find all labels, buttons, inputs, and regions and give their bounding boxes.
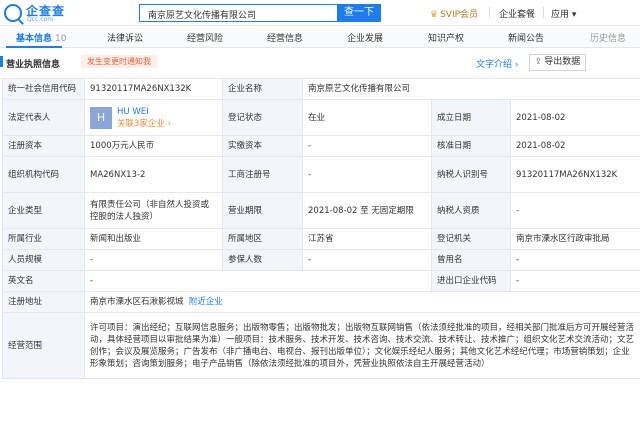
industry-value: 新闻和出版业 [84,228,223,250]
table-row: 注册资本 1000万元人民币 实缴资本 - 核准日期 2021-08-02 [2,135,640,157]
biz-reg-no-value: - [302,156,432,193]
company-name-label: 企业名称 [222,78,303,100]
business-license-table: 统一社会信用代码 91320117MA26NX132K 企业名称 南京原艺文化传… [2,78,640,379]
tab-count: 10 [55,34,67,44]
logo-magnifier-icon [4,4,22,22]
table-row: 英文名 - 进出口企业代码 - [2,270,640,292]
tab-operation[interactable]: 经营信息 [267,31,303,44]
tab-bar: 基本信息 10 法律诉讼 经营风险 经营信息 企业发展 知识产权 新闻公告 历史信… [0,28,640,48]
suite-link[interactable]: 企业套餐 [499,7,535,20]
approval-date-value: 2021-08-02 [510,135,640,157]
reg-capital-label: 注册资本 [2,135,85,157]
address-label: 注册地址 [2,291,85,313]
company-type-value: 有限责任公司（非自然人投资或控股的法人独资） [84,192,223,229]
former-name-value: - [510,249,640,271]
scope-label: 经营范围 [2,312,85,379]
export-icon: ⇪ [534,57,543,67]
taxpayer-qual-value: - [510,192,640,229]
industry-label: 所属行业 [2,228,85,250]
tab-legal[interactable]: 法律诉讼 [107,31,143,44]
legal-rep-cell: H HU WEI 关联3家企业 › [84,99,223,136]
established-value: 2021-08-02 [510,99,640,136]
paid-capital-label: 实缴资本 [222,135,303,157]
table-row: 注册地址 南京市溧水区石湫影视城 附近企业 [2,291,640,313]
chevron-down-icon: ▾ [571,10,577,20]
tab-ip[interactable]: 知识产权 [428,31,464,44]
address-value: 南京市溧水区石湫影视城 [90,297,184,307]
taxpayer-id-value: 91320117MA26NX132K [510,156,640,193]
search-button[interactable]: 查一下 [337,4,381,22]
apps-menu[interactable]: 应用 ▾ [551,7,576,20]
svip-label: SVIP会员 [440,10,479,20]
scope-value: 许可项目：演出经纪；互联网信息服务；出版物零售；出版物批发；出版物互联网销售（依… [84,312,640,379]
org-code-label: 组织机构代码 [2,156,85,193]
reg-status-label: 登记状态 [222,99,303,136]
table-row: 法定代表人 H HU WEI 关联3家企业 › 登记状态 在业 成立日期 2021-… [2,99,640,136]
taxpayer-id-label: 纳税人识别号 [431,156,511,193]
english-name-label: 英文名 [2,270,85,292]
reg-authority-label: 登记机关 [431,228,511,250]
table-row: 统一社会信用代码 91320117MA26NX132K 企业名称 南京原艺文化传… [2,78,640,100]
change-notify-button[interactable]: 发生变更时通知我 [81,55,157,68]
insured-value: - [302,249,432,271]
tab-basic-info[interactable]: 基本信息 10 [16,31,66,44]
staff-size-value: - [84,249,223,271]
table-row: 经营范围 许可项目：演出经纪；互联网信息服务；出版物零售；出版物批发；出版物互联… [2,312,640,379]
divider [489,7,490,18]
related-companies-link[interactable]: 关联3家企业 › [117,119,171,129]
biz-reg-no-label: 工商注册号 [222,156,303,193]
biz-term-value: 2021-08-02 至 无固定期限 [302,192,432,229]
apps-label: 应用 [551,10,570,20]
logo[interactable]: 企查查 Qcc.com [4,3,86,23]
tab-news[interactable]: 新闻公告 [508,31,544,44]
section-accent-bar [0,56,3,67]
established-label: 成立日期 [431,99,511,136]
top-header: 企查查 Qcc.com 南京原艺文化传播有限公司 查一下 ♛ SVIP会员 企业套… [0,0,640,26]
former-name-label: 曾用名 [431,249,511,271]
insured-label: 参保人数 [222,249,303,271]
table-row: 所属行业 新闻和出版业 所属地区 江苏省 登记机关 南京市溧水区行政审批局 [2,228,640,250]
english-name-value: - [84,270,432,292]
region-label: 所属地区 [222,228,303,250]
tab-risk[interactable]: 经营风险 [187,31,223,44]
paid-capital-value: - [302,135,432,157]
address-cell: 南京市溧水区石湫影视城 附近企业 [84,291,640,313]
credit-code-value: 91320117MA26NX132K [84,78,223,100]
company-name-value: 南京原艺文化传播有限公司 [302,78,640,100]
nearby-companies-link[interactable]: 附近企业 [189,297,223,307]
import-export-value: - [510,270,640,292]
search-input[interactable]: 南京原艺文化传播有限公司 [139,4,337,22]
staff-size-label: 人员规模 [2,249,85,271]
legal-rep-name-link[interactable]: HU WEI [117,107,149,117]
svip-link[interactable]: ♛ SVIP会员 [430,7,478,20]
export-button[interactable]: ⇪ 导出数据 [529,54,586,71]
text-intro-link[interactable]: 文字介绍 › [476,57,518,70]
taxpayer-qual-label: 纳税人资质 [431,192,511,229]
company-type-label: 企业类型 [2,192,85,229]
logo-subtext: Qcc.com [27,16,54,23]
reg-status-value: 在业 [302,99,432,136]
section-title: 营业执照信息 [6,60,61,70]
tab-development[interactable]: 企业发展 [347,31,383,44]
divider [543,7,544,18]
legal-rep-label: 法定代表人 [2,99,85,136]
import-export-label: 进出口企业代码 [431,270,511,292]
approval-date-label: 核准日期 [431,135,511,157]
active-tab-indicator [6,46,62,48]
crown-icon: ♛ [430,10,439,20]
table-row: 人员规模 - 参保人数 - 曾用名 - [2,249,640,271]
reg-capital-value: 1000万元人民币 [84,135,223,157]
tab-history[interactable]: 历史信息 [590,31,626,44]
table-row: 企业类型 有限责任公司（非自然人投资或控股的法人独资） 营业期限 2021-08… [2,192,640,229]
credit-code-label: 统一社会信用代码 [2,78,85,100]
region-value: 江苏省 [302,228,432,250]
org-code-value: MA26NX13-2 [84,156,223,193]
avatar: H [90,106,112,129]
biz-term-label: 营业期限 [222,192,303,229]
tab-label: 基本信息 [16,34,53,44]
table-row: 组织机构代码 MA26NX13-2 工商注册号 - 纳税人识别号 9132011… [2,156,640,193]
export-label: 导出数据 [544,57,581,67]
reg-authority-value: 南京市溧水区行政审批局 [510,228,640,250]
